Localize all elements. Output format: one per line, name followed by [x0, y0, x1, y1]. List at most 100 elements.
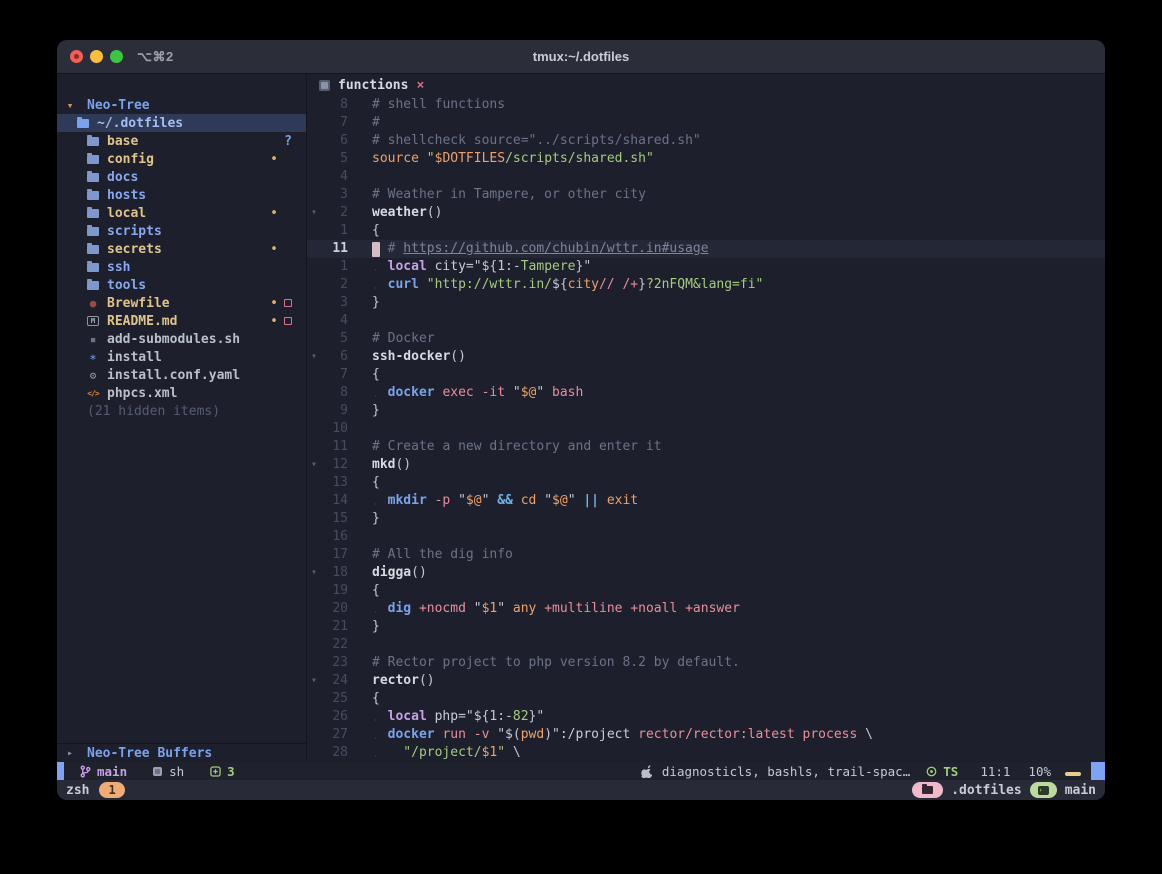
line-number: 22: [321, 636, 348, 654]
code-line[interactable]: 6# shellcheck source="../scripts/shared.…: [307, 132, 1105, 150]
tree-item-secrets[interactable]: secrets•: [57, 240, 306, 258]
tmux-current-dir: .dotfiles: [951, 783, 1021, 798]
tree-item-label: add-submodules.sh: [107, 332, 240, 347]
code-line[interactable]: 8docker exec -it "$@" bash: [307, 384, 1105, 402]
code-line[interactable]: 20dig +nocmd "$1" any +multiline +noall …: [307, 600, 1105, 618]
fold-column: [307, 384, 321, 402]
code-line[interactable]: 15}: [307, 510, 1105, 528]
line-number: 13: [321, 474, 348, 492]
neotree-header[interactable]: ▾ Neo-Tree: [57, 96, 306, 114]
code-line[interactable]: 7#: [307, 114, 1105, 132]
fold-chevron-icon[interactable]: ▾: [307, 456, 321, 474]
code-line[interactable]: 13{: [307, 474, 1105, 492]
fold-chevron-icon[interactable]: ▾: [307, 204, 321, 222]
code-line[interactable]: ▾12mkd(): [307, 456, 1105, 474]
code-line[interactable]: 17# All the dig info: [307, 546, 1105, 564]
fold-column: [307, 492, 321, 510]
tree-item-tools[interactable]: tools: [57, 276, 306, 294]
fold-chevron-icon[interactable]: ▾: [307, 564, 321, 582]
code-line[interactable]: 14mkdir -p "$@" && cd "$@" || exit: [307, 492, 1105, 510]
line-number: 15: [321, 510, 348, 528]
line-number: 12: [321, 456, 348, 474]
code-line[interactable]: 8# shell functions: [307, 96, 1105, 114]
tmux-window-index[interactable]: 1: [99, 782, 124, 798]
markdown-file-icon: M: [87, 316, 99, 326]
fold-column: [307, 168, 321, 186]
fold-column: [307, 510, 321, 528]
code-line[interactable]: 9}: [307, 402, 1105, 420]
diff-added-count: 3: [227, 764, 235, 779]
code-line[interactable]: 27docker run -v "$(pwd)":/project rector…: [307, 726, 1105, 744]
minimize-window-button[interactable]: [90, 50, 103, 63]
code-line[interactable]: ▾2weather(): [307, 204, 1105, 222]
tree-item-hosts[interactable]: hosts: [57, 186, 306, 204]
code-line[interactable]: 28 "/project/$1" \: [307, 744, 1105, 762]
tree-item-label: local: [107, 206, 146, 221]
code-line[interactable]: ▾24rector(): [307, 672, 1105, 690]
close-buffer-icon[interactable]: ×: [416, 78, 424, 93]
tmux-dir-pill: [912, 782, 943, 798]
line-number: 8: [321, 384, 348, 402]
line-number: 5: [321, 150, 348, 168]
code-line[interactable]: ▾6ssh-docker(): [307, 348, 1105, 366]
tree-item-Brewfile[interactable]: ●Brewfile•: [57, 294, 306, 312]
code-line[interactable]: 21}: [307, 618, 1105, 636]
tree-item-base[interactable]: base?: [57, 132, 306, 150]
code-line[interactable]: 23# Rector project to php version 8.2 by…: [307, 654, 1105, 672]
tree-item-docs[interactable]: docs: [57, 168, 306, 186]
fold-column: [307, 600, 321, 618]
code-line[interactable]: 4: [307, 168, 1105, 186]
neotree-sidebar: ▾ Neo-Tree ~/.dotfiles base?config•docsh…: [57, 74, 307, 762]
filetype-icon: [153, 767, 162, 776]
tree-item-README.md[interactable]: MREADME.md•: [57, 312, 306, 330]
line-number: 5: [321, 330, 348, 348]
chevron-down-icon: ▾: [63, 99, 77, 112]
code-line[interactable]: 5# Docker: [307, 330, 1105, 348]
code-line[interactable]: 1local city="${1:-Tampere}": [307, 258, 1105, 276]
code-line[interactable]: 7{: [307, 366, 1105, 384]
code-line[interactable]: 25{: [307, 690, 1105, 708]
tree-item-install[interactable]: ∗install: [57, 348, 306, 366]
neotree-buffers-section[interactable]: ▸ Neo-Tree Buffers: [57, 743, 306, 762]
fold-column: [307, 528, 321, 546]
code-line[interactable]: 10: [307, 420, 1105, 438]
neotree-root-dotfiles[interactable]: ~/.dotfiles: [57, 114, 306, 132]
line-number: 14: [321, 492, 348, 510]
code-line[interactable]: 2curl "http://wttr.in/${city// /+}?2nFQM…: [307, 276, 1105, 294]
line-number: 6: [321, 348, 348, 366]
tmux-session-name: zsh: [66, 783, 89, 798]
fold-column: [307, 744, 321, 762]
code-line-current[interactable]: 11 # https://github.com/chubin/wttr.in#u…: [307, 240, 1105, 258]
tree-item-phpcs.xml[interactable]: </>phpcs.xml: [57, 384, 306, 402]
code-line[interactable]: 4: [307, 312, 1105, 330]
code-line[interactable]: 5source "$DOTFILES/scripts/shared.sh": [307, 150, 1105, 168]
fold-column: [307, 294, 321, 312]
tree-item-install.conf.yaml[interactable]: ⚙install.conf.yaml: [57, 366, 306, 384]
code-line[interactable]: ▾18digga(): [307, 564, 1105, 582]
open-folder-icon: [77, 119, 89, 128]
buffer-tab[interactable]: functions ×: [307, 74, 1105, 96]
tree-item-ssh[interactable]: ssh: [57, 258, 306, 276]
code-line[interactable]: 22: [307, 636, 1105, 654]
fold-column: [307, 258, 321, 276]
code-line[interactable]: 16: [307, 528, 1105, 546]
zoom-window-button[interactable]: [110, 50, 123, 63]
tree-item-local[interactable]: local•: [57, 204, 306, 222]
code-line[interactable]: 3# Weather in Tampere, or other city: [307, 186, 1105, 204]
code-line[interactable]: 1{: [307, 222, 1105, 240]
tree-item-add-submodules.sh[interactable]: ▪add-submodules.sh: [57, 330, 306, 348]
fold-chevron-icon[interactable]: ▾: [307, 672, 321, 690]
tree-item-config[interactable]: config•: [57, 150, 306, 168]
folder-icon: [87, 173, 99, 182]
code-area[interactable]: 8# shell functions7#6# shellcheck source…: [307, 96, 1105, 762]
fold-column: [307, 726, 321, 744]
code-line[interactable]: 11# Create a new directory and enter it: [307, 438, 1105, 456]
tree-item-label: README.md: [107, 314, 177, 329]
tree-item-label: tools: [107, 278, 146, 293]
code-line[interactable]: 19{: [307, 582, 1105, 600]
code-line[interactable]: 3}: [307, 294, 1105, 312]
code-line[interactable]: 26local php="${1:-82}": [307, 708, 1105, 726]
close-window-button[interactable]: [70, 50, 83, 63]
tree-item-scripts[interactable]: scripts: [57, 222, 306, 240]
fold-chevron-icon[interactable]: ▾: [307, 348, 321, 366]
